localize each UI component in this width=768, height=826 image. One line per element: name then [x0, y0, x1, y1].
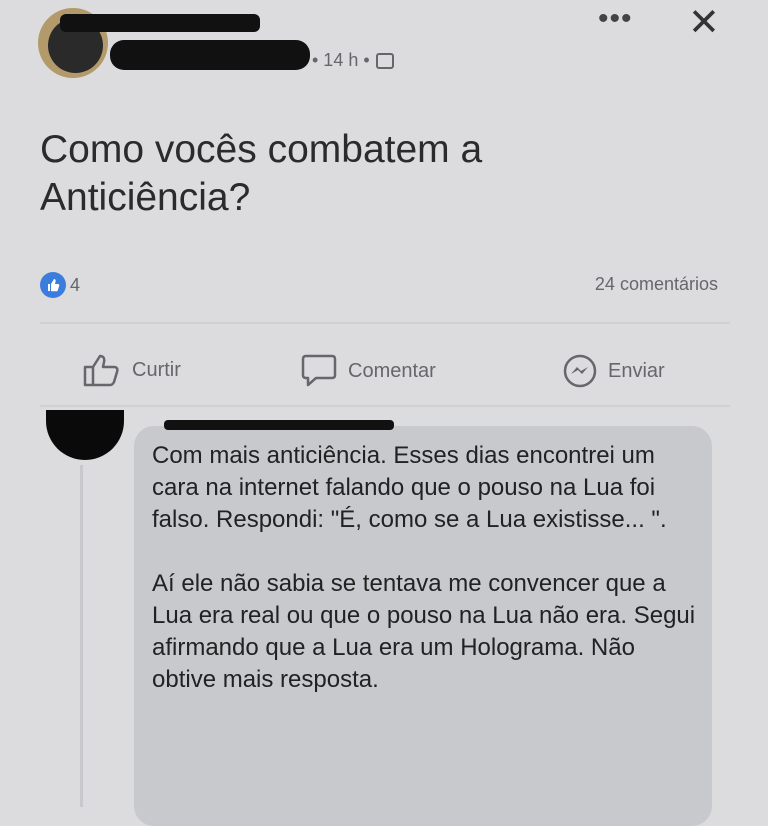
post-timestamp[interactable]: • 14 h •	[312, 50, 370, 71]
redacted-commenter-name	[164, 420, 394, 430]
redacted-author-name	[110, 40, 310, 70]
like-label: Curtir	[132, 358, 181, 381]
divider	[40, 405, 730, 407]
globe-icon	[375, 52, 394, 69]
redacted-author-name	[60, 14, 260, 32]
comment-count-link[interactable]: 24 comentários	[595, 274, 718, 295]
comment-button[interactable]: Comentar	[300, 353, 436, 389]
post-header: • 14 h • ••• ✕	[0, 0, 768, 100]
reactions-summary[interactable]: 4	[40, 272, 80, 298]
more-options-button[interactable]: •••	[598, 2, 633, 36]
messenger-icon	[562, 353, 598, 389]
send-label: Enviar	[608, 359, 665, 382]
close-button[interactable]: ✕	[688, 0, 720, 45]
reaction-count: 4	[70, 274, 81, 295]
like-reaction-icon	[40, 272, 66, 298]
speech-bubble-icon	[300, 353, 338, 389]
post-text: Como vocês combatem a Anticiência?	[40, 128, 483, 219]
comment-paragraph: Com mais anticiência. Esses dias encontr…	[152, 442, 667, 533]
thread-line	[80, 465, 83, 807]
comment-paragraph: Aí ele não sabia se tentava me convencer…	[152, 570, 696, 693]
commenter-avatar[interactable]	[46, 410, 124, 460]
action-bar: Curtir Comentar Enviar	[0, 345, 768, 393]
like-button[interactable]: Curtir	[82, 353, 181, 387]
thumbs-up-icon	[82, 353, 122, 387]
send-button[interactable]: Enviar	[562, 353, 665, 389]
comment-label: Comentar	[348, 359, 436, 382]
comment-text: Com mais anticiência. Esses dias encontr…	[152, 440, 697, 696]
divider	[40, 322, 730, 324]
post-meta: • 14 h •	[312, 50, 394, 71]
